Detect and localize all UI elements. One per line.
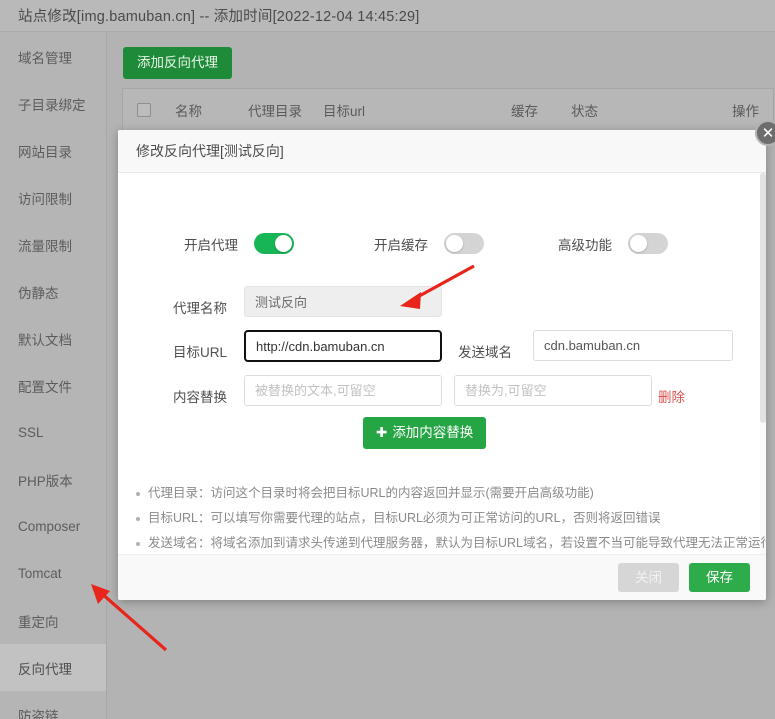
reverse-proxy-table: 名称 代理目录 目标url 缓存 状态 操作 [122, 88, 774, 132]
sidebar-item-default-document[interactable]: 默认文档 [0, 315, 106, 362]
table-header-row: 名称 代理目录 目标url 缓存 状态 操作 [123, 89, 773, 131]
modal-body: 开启代理 开启缓存 高级功能 代理名称 目标URL 发送域名 内容替换 删除 [118, 173, 766, 575]
add-content-replace-label: 添加内容替换 [392, 425, 474, 440]
sidebar-item-label: Composer [18, 519, 81, 534]
sidebar-item-composer[interactable]: Composer [0, 503, 106, 550]
target-url-input[interactable] [244, 330, 442, 362]
page-title: 站点修改[img.bamuban.cn] -- 添加时间[2022-12-04 … [18, 9, 420, 25]
sidebar-item-label: 伪静态 [18, 285, 59, 301]
sidebar-item-ssl[interactable]: SSL [0, 409, 106, 456]
proxy-name-label: 代理名称 [173, 301, 227, 316]
column-header-cache: 缓存 [511, 104, 538, 119]
toggle-knob [446, 235, 463, 252]
sidebar-item-php-version[interactable]: PHP版本 [0, 456, 106, 503]
advanced-features-toggle[interactable] [628, 233, 668, 254]
modal-footer: 关闭 保存 [118, 554, 766, 600]
sidebar-item-label: SSL [18, 425, 44, 440]
help-item: 目标URL：可以填写你需要代理的站点，目标URL必须为可正常访问的URL，否则将… [136, 506, 758, 531]
edit-reverse-proxy-modal: 修改反向代理[测试反向] 开启代理 开启缓存 高级功能 代理名称 目标URL [118, 130, 766, 600]
sidebar-item-label: 重定向 [18, 614, 59, 630]
sidebar-item-label: 反向代理 [18, 661, 72, 677]
sidebar-item-label: 域名管理 [18, 50, 72, 66]
content-replace-label: 内容替换 [173, 390, 227, 405]
sidebar-item-label: 默认文档 [18, 332, 72, 348]
plus-icon: ✚ [376, 425, 388, 440]
column-header-operation: 操作 [732, 104, 759, 119]
sidebar-item-config-file[interactable]: 配置文件 [0, 362, 106, 409]
toggles-row: 开启代理 开启缓存 高级功能 [118, 233, 766, 254]
sidebar-item-anti-leech[interactable]: 防盗链 [0, 691, 106, 719]
close-icon[interactable]: ✕ [755, 120, 775, 146]
help-item: 代理目录：访问这个目录时将会把目标URL的内容返回并显示(需要开启高级功能) [136, 481, 758, 506]
sidebar-item-website-directory[interactable]: 网站目录 [0, 127, 106, 174]
enable-cache-toggle[interactable] [444, 233, 484, 254]
sidebar-item-label: 配置文件 [18, 379, 72, 395]
column-header-status: 状态 [571, 104, 598, 119]
sidebar-item-pseudo-static[interactable]: 伪静态 [0, 268, 106, 315]
sidebar-item-reverse-proxy[interactable]: 反向代理 [0, 644, 106, 691]
sidebar-item-label: PHP版本 [18, 473, 73, 489]
sidebar-item-label: 流量限制 [18, 238, 72, 254]
modal-scrollbar-thumb[interactable] [760, 173, 766, 423]
sidebar-item-subdirectory-binding[interactable]: 子目录绑定 [0, 80, 106, 127]
sidebar-item-tomcat[interactable]: Tomcat [0, 550, 106, 597]
sidebar-item-redirect[interactable]: 重定向 [0, 597, 106, 644]
enable-proxy-toggle[interactable] [254, 233, 294, 254]
sidebar-item-domain-management[interactable]: 域名管理 [0, 33, 106, 80]
content-replace-to-input[interactable] [454, 375, 652, 406]
help-item: 发送域名：将域名添加到请求头传递到代理服务器，默认为目标URL域名，若设置不当可… [136, 531, 766, 556]
advanced-features-label: 高级功能 [558, 237, 612, 253]
window-title-bar: 站点修改[img.bamuban.cn] -- 添加时间[2022-12-04 … [0, 0, 775, 32]
sidebar-item-access-restriction[interactable]: 访问限制 [0, 174, 106, 221]
proxy-name-input[interactable] [244, 286, 442, 317]
enable-proxy-label: 开启代理 [184, 237, 238, 253]
delete-replace-link[interactable]: 删除 [658, 386, 685, 406]
send-domain-label: 发送域名 [458, 345, 512, 360]
save-button[interactable]: 保存 [689, 562, 750, 593]
sidebar-item-label: 访问限制 [18, 191, 72, 207]
column-header-name: 名称 [175, 104, 202, 119]
column-header-target-url: 目标url [323, 104, 366, 119]
target-url-label: 目标URL [173, 345, 228, 360]
sidebar-item-label: 子目录绑定 [18, 97, 86, 113]
enable-cache-group: 开启缓存 [356, 233, 484, 254]
enable-proxy-group: 开启代理 [166, 233, 294, 254]
toggle-knob [275, 235, 292, 252]
add-reverse-proxy-button[interactable]: 添加反向代理 [123, 47, 232, 79]
modal-header: 修改反向代理[测试反向] [118, 130, 766, 173]
send-domain-input[interactable] [533, 330, 733, 361]
enable-cache-label: 开启缓存 [374, 237, 428, 253]
close-button[interactable]: 关闭 [618, 562, 679, 593]
sidebar: 域名管理 子目录绑定 网站目录 访问限制 流量限制 伪静态 默认文档 配置文件 … [0, 33, 107, 719]
sidebar-item-traffic-limit[interactable]: 流量限制 [0, 221, 106, 268]
content-replace-from-input[interactable] [244, 375, 442, 406]
sidebar-item-label: 网站目录 [18, 144, 72, 160]
sidebar-item-label: Tomcat [18, 566, 62, 581]
sidebar-item-label: 防盗链 [18, 708, 59, 719]
modal-title: 修改反向代理[测试反向] [136, 143, 284, 159]
toggle-knob [630, 235, 647, 252]
add-content-replace-button[interactable]: ✚ 添加内容替换 [363, 417, 487, 449]
select-all-checkbox[interactable] [137, 103, 151, 117]
column-header-proxy-dir: 代理目录 [248, 104, 302, 119]
modal-scrollbar[interactable] [760, 173, 766, 554]
advanced-features-group: 高级功能 [540, 233, 668, 254]
